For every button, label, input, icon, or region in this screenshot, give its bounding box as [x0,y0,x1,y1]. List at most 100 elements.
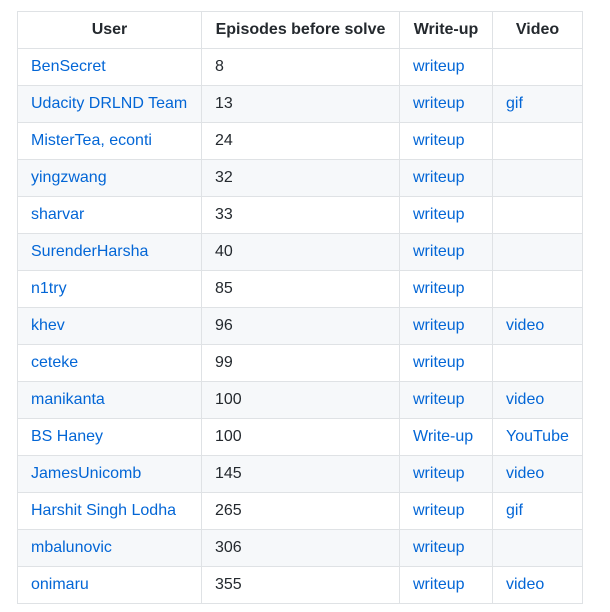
table-row: manikanta 100 writeup video [17,381,583,419]
cell-user: MisterTea, econti [17,122,202,160]
cell-user: manikanta [17,381,202,419]
writeup-link[interactable]: writeup [413,502,465,519]
writeup-link[interactable]: writeup [413,280,465,297]
video-link[interactable]: gif [506,502,523,519]
cell-episodes: 32 [201,159,400,197]
video-link[interactable]: video [506,576,544,593]
writeup-link[interactable]: writeup [413,206,465,223]
cell-episodes: 13 [201,85,400,123]
cell-user: n1try [17,270,202,308]
table-row: MisterTea, econti 24 writeup [17,122,583,160]
cell-user: ceteke [17,344,202,382]
table-row: Harshit Singh Lodha 265 writeup gif [17,492,583,530]
video-link[interactable]: video [506,317,544,334]
writeup-link[interactable]: writeup [413,317,465,334]
writeup-link[interactable]: writeup [413,58,465,75]
writeup-link[interactable]: Write-up [413,428,473,445]
cell-episodes: 145 [201,455,400,493]
video-link[interactable]: video [506,391,544,408]
cell-writeup: writeup [399,122,493,160]
column-header-episodes: Episodes before solve [201,11,400,49]
user-link[interactable]: sharvar [31,206,84,223]
table-row: SurenderHarsha 40 writeup [17,233,583,271]
cell-episodes: 40 [201,233,400,271]
video-link[interactable]: gif [506,95,523,112]
table-row: ceteke 99 writeup [17,344,583,382]
cell-writeup: writeup [399,233,493,271]
cell-video: gif [492,492,583,530]
user-link[interactable]: mbalunovic [31,539,112,556]
cell-writeup: writeup [399,492,493,530]
cell-video: video [492,455,583,493]
user-link[interactable]: Udacity DRLND Team [31,95,187,112]
user-link[interactable]: khev [31,317,65,334]
cell-episodes: 99 [201,344,400,382]
user-link[interactable]: MisterTea, econti [31,132,152,149]
cell-video: video [492,566,583,604]
cell-writeup: writeup [399,48,493,86]
user-link[interactable]: manikanta [31,391,105,408]
writeup-link[interactable]: writeup [413,354,465,371]
user-link[interactable]: BenSecret [31,58,106,75]
cell-episodes: 100 [201,418,400,456]
cell-writeup: writeup [399,381,493,419]
table-header-row: User Episodes before solve Write-up Vide… [17,11,583,49]
cell-episodes: 33 [201,196,400,234]
user-link[interactable]: n1try [31,280,67,297]
cell-video [492,270,583,308]
table-row: yingzwang 32 writeup [17,159,583,197]
writeup-link[interactable]: writeup [413,132,465,149]
cell-episodes: 24 [201,122,400,160]
writeup-link[interactable]: writeup [413,539,465,556]
cell-user: JamesUnicomb [17,455,202,493]
user-link[interactable]: SurenderHarsha [31,243,148,260]
cell-video: gif [492,85,583,123]
cell-user: khev [17,307,202,345]
user-link[interactable]: Harshit Singh Lodha [31,502,176,519]
user-link[interactable]: BS Haney [31,428,103,445]
cell-video [492,233,583,271]
cell-writeup: writeup [399,159,493,197]
cell-user: onimaru [17,566,202,604]
cell-video [492,159,583,197]
table-row: onimaru 355 writeup video [17,566,583,604]
cell-user: SurenderHarsha [17,233,202,271]
cell-user: BS Haney [17,418,202,456]
table-row: Udacity DRLND Team 13 writeup gif [17,85,583,123]
writeup-link[interactable]: writeup [413,576,465,593]
writeup-link[interactable]: writeup [413,169,465,186]
user-link[interactable]: onimaru [31,576,89,593]
cell-video [492,122,583,160]
column-header-video: Video [492,11,583,49]
cell-video [492,48,583,86]
cell-episodes: 8 [201,48,400,86]
cell-episodes: 265 [201,492,400,530]
cell-video: video [492,307,583,345]
writeup-link[interactable]: writeup [413,95,465,112]
cell-user: BenSecret [17,48,202,86]
cell-video: video [492,381,583,419]
user-link[interactable]: ceteke [31,354,78,371]
cell-video [492,344,583,382]
video-link[interactable]: YouTube [506,428,569,445]
writeup-link[interactable]: writeup [413,391,465,408]
writeup-link[interactable]: writeup [413,243,465,260]
table-row: n1try 85 writeup [17,270,583,308]
cell-writeup: Write-up [399,418,493,456]
writeup-link[interactable]: writeup [413,465,465,482]
user-link[interactable]: yingzwang [31,169,107,186]
cell-video [492,196,583,234]
leaderboard-table: User Episodes before solve Write-up Vide… [17,11,583,604]
cell-user: mbalunovic [17,529,202,567]
video-link[interactable]: video [506,465,544,482]
cell-user: sharvar [17,196,202,234]
cell-user: Udacity DRLND Team [17,85,202,123]
cell-video: YouTube [492,418,583,456]
cell-writeup: writeup [399,307,493,345]
column-header-writeup: Write-up [399,11,493,49]
user-link[interactable]: JamesUnicomb [31,465,141,482]
table-row: JamesUnicomb 145 writeup video [17,455,583,493]
column-header-user: User [17,11,202,49]
table-body: BenSecret 8 writeup Udacity DRLND Team 13 wri… [17,48,583,604]
cell-episodes: 85 [201,270,400,308]
